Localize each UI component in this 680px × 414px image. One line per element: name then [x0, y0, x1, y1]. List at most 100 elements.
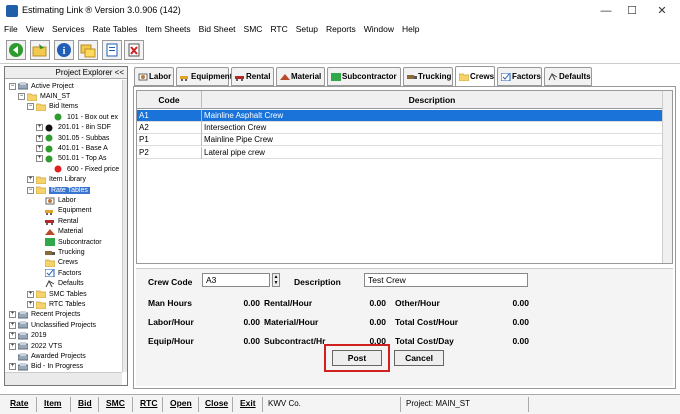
- collapse-icon[interactable]: −: [27, 103, 34, 111]
- tree-item-main-st[interactable]: − MAIN_ST: [18, 91, 70, 101]
- expand-icon[interactable]: +: [9, 332, 16, 340]
- menu-smc[interactable]: SMC: [240, 22, 267, 34]
- explorer-header[interactable]: Project Explorer <<: [5, 67, 127, 79]
- tree-item-401-01-base-a[interactable]: +401.01 - Base A: [36, 143, 108, 153]
- tree-item-material[interactable]: Material: [36, 227, 83, 237]
- expand-icon[interactable]: +: [36, 124, 43, 132]
- expand-icon[interactable]: +: [36, 145, 43, 153]
- tree-item-rate-tables[interactable]: − Rate Tables: [27, 185, 90, 195]
- tree-item-201-01-8in-sdf[interactable]: +201.01 - 8in SDF: [36, 123, 111, 133]
- collapse-icon[interactable]: −: [9, 82, 16, 90]
- table-row[interactable]: P1 Mainline Pipe Crew: [137, 134, 662, 147]
- menu-bid-sheet[interactable]: Bid Sheet: [195, 22, 240, 34]
- post-button[interactable]: Post: [332, 350, 382, 366]
- tree-item-label: Crews: [58, 259, 78, 267]
- status-item-button[interactable]: Item: [44, 398, 61, 408]
- menu-help[interactable]: Help: [398, 22, 423, 34]
- tree-item-2019[interactable]: +2019: [9, 331, 47, 341]
- back-icon[interactable]: [6, 40, 26, 60]
- menu-view[interactable]: View: [22, 22, 48, 34]
- tree-item-subcontractor[interactable]: Subcontractor: [36, 237, 102, 247]
- cancel-button[interactable]: Cancel: [394, 350, 444, 366]
- minimize-button[interactable]: —: [592, 2, 620, 20]
- expand-icon[interactable]: +: [9, 342, 16, 350]
- status-rtc-button[interactable]: RTC: [140, 398, 157, 408]
- expand-icon[interactable]: +: [9, 311, 16, 319]
- tab-equipment[interactable]: Equipment: [176, 67, 232, 86]
- tree-item-item-library[interactable]: + Item Library: [27, 175, 86, 185]
- tree-item-active-project[interactable]: − Active Project: [9, 81, 74, 91]
- tree-item-bid-in-progress[interactable]: + Bid - In Progress: [9, 362, 83, 372]
- expand-icon[interactable]: +: [27, 290, 34, 298]
- tab-labor[interactable]: Labor: [134, 67, 174, 86]
- tree-item-factors[interactable]: Factors: [36, 268, 81, 278]
- status-smc-button[interactable]: SMC: [106, 398, 125, 408]
- tree-item-301-05-subbas[interactable]: +301.05 - Subbas: [36, 133, 109, 143]
- tree-item-awarded-projects[interactable]: Awarded Projects: [9, 351, 86, 361]
- expand-icon[interactable]: +: [36, 155, 43, 163]
- tree-item-600-fixed-price[interactable]: 600 - Fixed price: [45, 164, 119, 174]
- expand-icon[interactable]: +: [9, 363, 16, 371]
- menu-file[interactable]: File: [0, 22, 22, 34]
- expand-icon[interactable]: +: [27, 301, 34, 309]
- status-open-button[interactable]: Open: [170, 398, 192, 408]
- menu-rate-tables[interactable]: Rate Tables: [89, 22, 142, 34]
- tree-item-bid-items[interactable]: − Bid Items: [27, 102, 78, 112]
- tree-item-101-box-out-ex[interactable]: 101 - Box out ex: [45, 112, 118, 122]
- table-row[interactable]: A1 Mainline Asphalt Crew: [137, 110, 662, 122]
- open-folder-icon[interactable]: [30, 40, 50, 60]
- tab-factors[interactable]: Factors: [497, 67, 542, 86]
- tree-item-label: Unclassified Projects: [31, 321, 96, 329]
- table-row[interactable]: A2 Intersection Crew: [137, 122, 662, 135]
- tab-crews[interactable]: Crews: [455, 66, 495, 87]
- tree-item-crews[interactable]: Crews: [36, 258, 78, 268]
- explorer-horizontal-scrollbar[interactable]: [5, 372, 122, 385]
- tree-item-2022-vts[interactable]: +2022 VTS: [9, 341, 62, 351]
- crews-icon: [458, 73, 470, 81]
- tree-item-smc-tables[interactable]: + SMC Tables: [27, 289, 87, 299]
- tab-defaults[interactable]: Defaults: [544, 67, 592, 86]
- collapse-icon[interactable]: −: [27, 186, 34, 194]
- maximize-button[interactable]: ☐: [618, 2, 646, 20]
- crew-code-input[interactable]: A3: [202, 273, 270, 287]
- crew-code-spinner[interactable]: ▲ ▼: [272, 273, 280, 287]
- tree-item-rtc-tables[interactable]: + RTC Tables: [27, 299, 85, 309]
- expand-icon[interactable]: +: [27, 176, 34, 184]
- close-button[interactable]: ✕: [648, 2, 676, 20]
- tree-item-defaults[interactable]: Defaults: [36, 279, 84, 289]
- menu-setup[interactable]: Setup: [292, 22, 322, 34]
- table-row[interactable]: P2 Lateral pipe crew: [137, 146, 662, 159]
- status-bid-button[interactable]: Bid: [78, 398, 92, 408]
- expand-icon[interactable]: +: [36, 134, 43, 142]
- status-exit-button[interactable]: Exit: [240, 398, 256, 408]
- menu-services[interactable]: Services: [48, 22, 89, 34]
- folders-icon[interactable]: [78, 40, 98, 60]
- tab-rental[interactable]: Rental: [231, 67, 274, 86]
- grid-vertical-scrollbar[interactable]: [662, 91, 672, 263]
- tree-item-recent-projects[interactable]: + Recent Projects: [9, 310, 80, 320]
- explorer-vertical-scrollbar[interactable]: [122, 80, 127, 372]
- collapse-icon[interactable]: −: [18, 93, 25, 101]
- tab-subcontractor[interactable]: Subcontractor: [327, 67, 401, 86]
- expand-icon[interactable]: +: [9, 321, 16, 329]
- close-document-icon[interactable]: [124, 40, 144, 60]
- menu-window[interactable]: Window: [360, 22, 398, 34]
- tab-material[interactable]: Material: [276, 67, 325, 86]
- tree-item-equipment[interactable]: Equipment: [36, 206, 91, 216]
- tree-item-unclassified-projects[interactable]: + Unclassified Projects: [9, 320, 96, 330]
- document-icon[interactable]: [102, 40, 122, 60]
- description-input[interactable]: Test Crew: [364, 273, 528, 287]
- menu-item-sheets[interactable]: Item Sheets: [141, 22, 194, 34]
- menu-reports[interactable]: Reports: [322, 22, 360, 34]
- tab-trucking[interactable]: Trucking: [403, 67, 453, 86]
- tree-item-rental[interactable]: Rental: [36, 216, 78, 226]
- tree-item-labor[interactable]: Labor: [36, 195, 76, 205]
- status-rate-button[interactable]: Rate: [10, 398, 28, 408]
- tree-item-trucking[interactable]: Trucking: [36, 247, 85, 257]
- status-close-button[interactable]: Close: [205, 398, 228, 408]
- column-header-code[interactable]: Code: [137, 91, 202, 109]
- menu-rtc[interactable]: RTC: [266, 22, 291, 34]
- column-header-description[interactable]: Description: [202, 91, 662, 109]
- tree-item-501-01-top-as[interactable]: +501.01 - Top As: [36, 154, 107, 164]
- info-icon[interactable]: i: [54, 40, 74, 60]
